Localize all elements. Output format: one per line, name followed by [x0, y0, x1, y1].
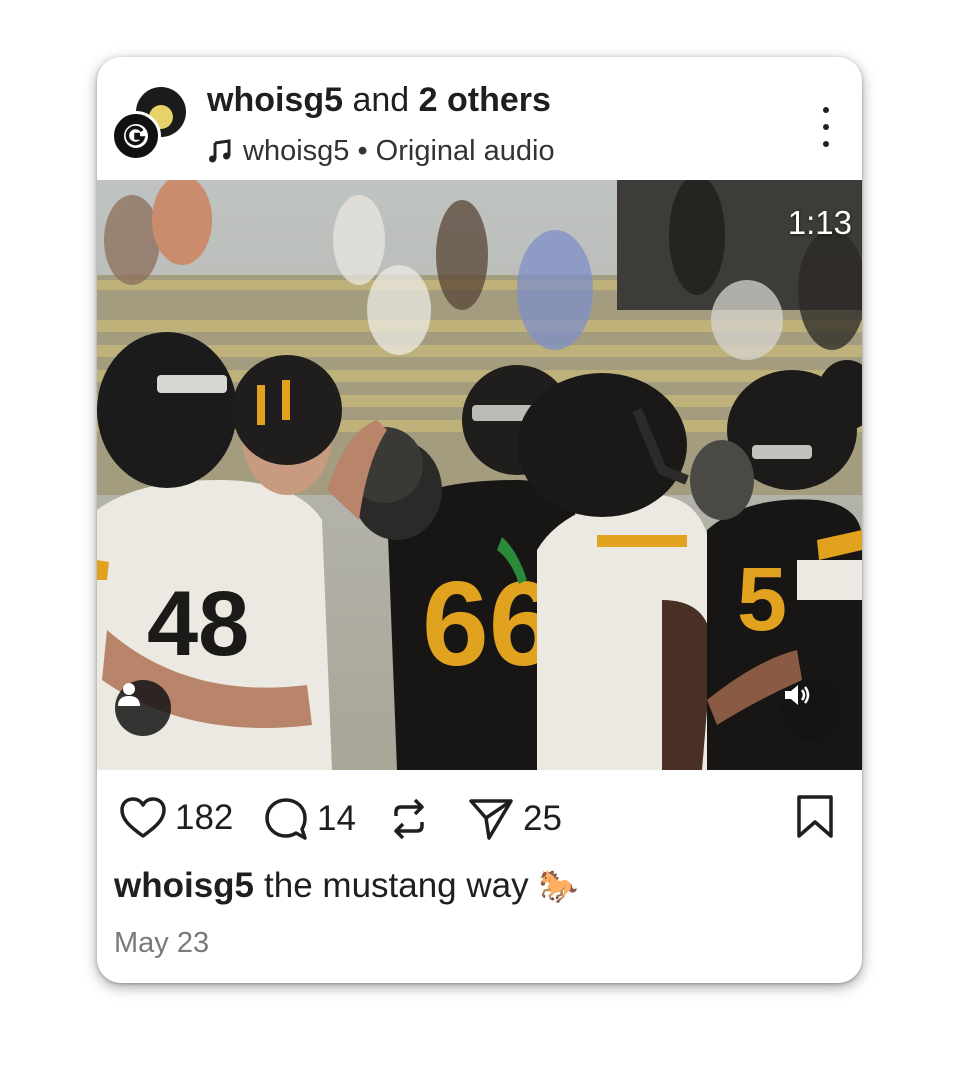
save-button[interactable]	[795, 794, 835, 845]
bookmark-icon	[797, 795, 833, 838]
person-icon	[118, 683, 140, 706]
comment-button[interactable]: 14	[263, 796, 356, 842]
post-date: May 23	[114, 927, 210, 959]
like-count: 182	[175, 798, 234, 837]
video-duration: 1:13	[787, 204, 852, 241]
g-logo-icon	[124, 124, 148, 148]
caption-author[interactable]: whoisg5	[114, 866, 254, 906]
more-options-icon[interactable]	[811, 107, 841, 147]
svg-text:48: 48	[147, 573, 249, 675]
heart-icon	[120, 797, 166, 838]
action-bar: 182 14 25	[97, 770, 862, 870]
comment-bubble-icon	[265, 798, 307, 840]
share-count: 25	[523, 799, 562, 838]
svg-text:5: 5	[737, 550, 787, 650]
author-avatars[interactable]	[109, 87, 189, 167]
audio-label: whoisg5 • Original audio	[243, 135, 555, 167]
repost-icon	[394, 798, 424, 840]
author-username[interactable]: whoisg5	[207, 81, 343, 119]
like-button[interactable]: 182	[119, 796, 233, 840]
comment-count: 14	[317, 799, 356, 838]
title-connector: and	[352, 81, 410, 119]
caption-text: the mustang way	[264, 866, 529, 905]
speaker-icon	[785, 685, 810, 705]
send-icon	[469, 799, 513, 840]
post-card: whoisg5 and 2 others whoisg5 • Original …	[97, 57, 862, 983]
share-button[interactable]: 25	[467, 796, 562, 842]
audio-link[interactable]: whoisg5 • Original audio	[207, 135, 555, 168]
collaborators-link[interactable]: 2 others	[419, 81, 551, 119]
music-note-icon	[209, 138, 231, 162]
repost-button[interactable]	[387, 796, 431, 842]
video-player[interactable]: 48 66 5 1:13	[97, 180, 862, 770]
post-title: whoisg5 and 2 others	[207, 81, 551, 120]
author-avatar[interactable]	[111, 111, 161, 161]
tagged-users-button[interactable]	[115, 680, 171, 736]
sound-toggle-button[interactable]	[781, 680, 841, 740]
horse-emoji-icon: 🐎	[538, 868, 579, 904]
video-frame: 48 66 5	[97, 180, 862, 770]
svg-text:66: 66	[422, 557, 555, 691]
post-caption: whoisg5 the mustang way 🐎	[114, 866, 578, 906]
post-header: whoisg5 and 2 others whoisg5 • Original …	[97, 57, 862, 180]
